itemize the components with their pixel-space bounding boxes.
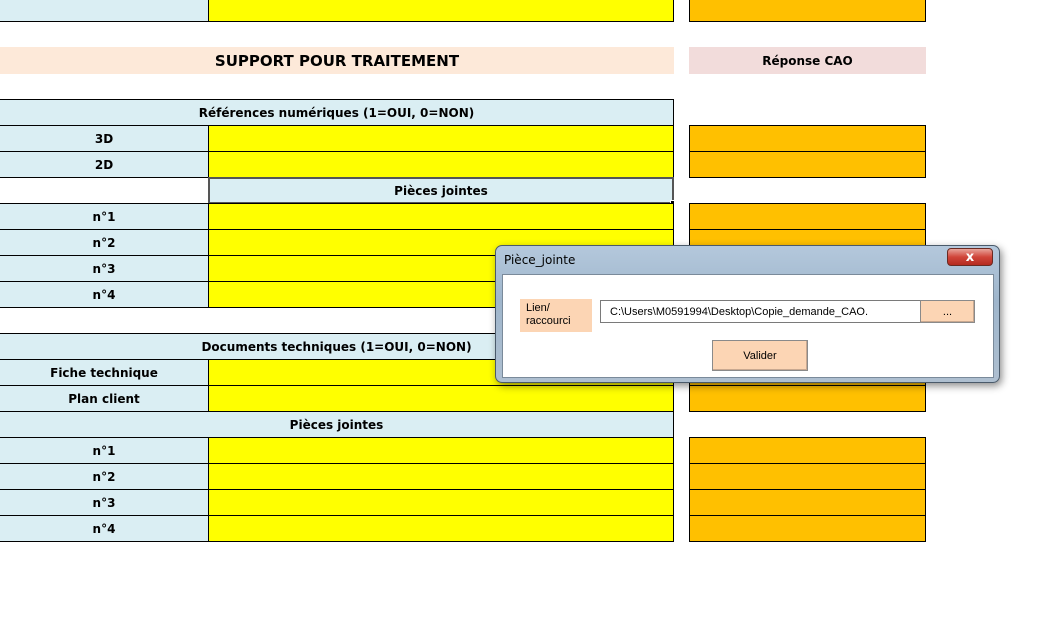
doc-attachment-response-1[interactable] (689, 437, 926, 464)
close-icon[interactable]: x (947, 248, 993, 266)
attachment-label-1: n°1 (0, 203, 209, 230)
top-response-cell[interactable] (689, 0, 926, 22)
doc-attachment-input-3[interactable] (208, 489, 674, 516)
dialog-title: Pièce_jointe (504, 253, 576, 267)
dialog-body: Lien/ raccourci C:\Users\M0591994\Deskto… (502, 274, 994, 378)
doc-attachment-input-1[interactable] (208, 437, 674, 464)
doc-attachment-label-2: n°2 (0, 463, 209, 490)
row-label-plan-client: Plan client (0, 385, 209, 412)
input-cell-2d[interactable] (208, 151, 674, 178)
attachment-input-1[interactable] (208, 203, 674, 230)
row-label-fiche-technique: Fiche technique (0, 359, 209, 386)
doc-attachment-label-3: n°3 (0, 489, 209, 516)
response-cell-2d[interactable] (689, 151, 926, 178)
attachments-header-2: Pièces jointes (0, 411, 674, 438)
doc-attachment-input-4[interactable] (208, 515, 674, 542)
doc-attachment-response-2[interactable] (689, 463, 926, 490)
refs-header: Références numériques (1=OUI, 0=NON) (0, 99, 674, 126)
attachment-label-3: n°3 (0, 255, 209, 282)
doc-attachment-label-4: n°4 (0, 515, 209, 542)
row-label-2d: 2D (0, 151, 209, 178)
doc-attachment-label-1: n°1 (0, 437, 209, 464)
attachment-response-1[interactable] (689, 203, 926, 230)
attachments-header-1[interactable]: Pièces jointes (208, 177, 674, 204)
top-label-cell (0, 0, 209, 22)
link-path-input[interactable]: C:\Users\M0591994\Desktop\Copie_demande_… (600, 300, 922, 323)
page-title: SUPPORT POUR TRAITEMENT (0, 47, 674, 74)
row-label-3d: 3D (0, 125, 209, 152)
attachment-label-2: n°2 (0, 229, 209, 256)
input-cell-3d[interactable] (208, 125, 674, 152)
link-field-label: Lien/ raccourci (520, 299, 592, 332)
attachment-label-4: n°4 (0, 281, 209, 308)
attachment-dialog: Pièce_jointe x Lien/ raccourci C:\Users\… (495, 245, 1000, 383)
response-header: Réponse CAO (689, 47, 926, 74)
response-cell-plan-client[interactable] (689, 385, 926, 412)
top-input-cell[interactable] (208, 0, 674, 22)
response-cell-3d[interactable] (689, 125, 926, 152)
doc-attachment-response-4[interactable] (689, 515, 926, 542)
input-cell-plan-client[interactable] (208, 385, 674, 412)
doc-attachment-input-2[interactable] (208, 463, 674, 490)
doc-attachment-response-3[interactable] (689, 489, 926, 516)
validate-button[interactable]: Valider (712, 340, 808, 371)
browse-button[interactable]: ... (920, 300, 975, 323)
